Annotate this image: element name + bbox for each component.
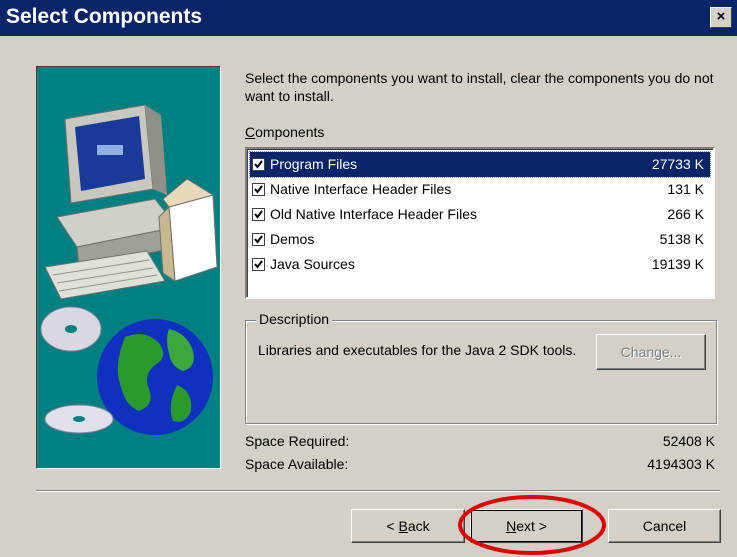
cancel-button[interactable]: Cancel (608, 509, 721, 543)
description-group: Description Libraries and executables fo… (245, 311, 717, 424)
check-icon (254, 235, 263, 244)
list-item[interactable]: Native Interface Header Files 131 K (250, 177, 710, 202)
component-label: Demos (270, 231, 315, 247)
intro-text: Select the components you want to instal… (245, 70, 714, 104)
close-button[interactable]: × (710, 7, 732, 28)
checkbox[interactable] (252, 258, 265, 271)
component-size: 19139 K (651, 256, 704, 272)
list-item[interactable]: Program Files 27733 K (249, 151, 711, 178)
computer-globe-illustration (40, 104, 218, 435)
component-label: Old Native Interface Header Files (270, 206, 477, 222)
checkbox[interactable] (252, 208, 265, 221)
components-mnemonic: C (245, 124, 256, 140)
title-bar: Select Components × (0, 0, 737, 36)
check-icon (254, 160, 263, 169)
space-required-value: 52408 K (662, 433, 715, 449)
checkbox[interactable] (252, 183, 265, 196)
component-label: Java Sources (270, 256, 355, 272)
space-available-label: Space Available: (245, 456, 349, 472)
back-button[interactable]: < Back (351, 509, 465, 543)
close-icon: × (716, 8, 726, 25)
default-button-frame (471, 510, 582, 542)
back-prefix: < (386, 518, 399, 534)
component-label: Program Files (270, 156, 358, 172)
list-item[interactable]: Old Native Interface Header Files 266 K (250, 202, 710, 227)
list-item[interactable]: Java Sources 19139 K (250, 252, 710, 277)
back-rest: ack (407, 518, 430, 534)
window-title: Select Components (6, 5, 203, 28)
component-size: 131 K (667, 181, 704, 197)
description-text: Libraries and executables for the Java 2… (258, 342, 577, 358)
component-size: 5138 K (659, 231, 704, 247)
checkbox[interactable] (252, 158, 265, 171)
next-button[interactable]: Next > (470, 509, 583, 543)
component-label: Native Interface Header Files (270, 181, 452, 197)
components-list[interactable]: Program Files 27733 K Native Interface H… (245, 147, 715, 299)
description-title: Description (256, 311, 333, 327)
components-label-rest: omponents (255, 124, 325, 140)
component-size: 266 K (667, 206, 704, 222)
check-icon (254, 260, 263, 269)
check-icon (254, 210, 263, 219)
change-button[interactable]: Change... (596, 334, 706, 370)
check-icon (254, 185, 263, 194)
list-item[interactable]: Demos 5138 K (250, 227, 710, 252)
installer-illustration (36, 66, 221, 469)
back-mnemonic: B (398, 518, 408, 534)
component-size: 27733 K (651, 156, 704, 172)
checkbox[interactable] (252, 233, 265, 246)
divider (36, 490, 720, 492)
space-required-label: Space Required: (245, 433, 350, 449)
space-available-value: 4194303 K (647, 456, 715, 472)
components-label: Components (245, 124, 324, 140)
